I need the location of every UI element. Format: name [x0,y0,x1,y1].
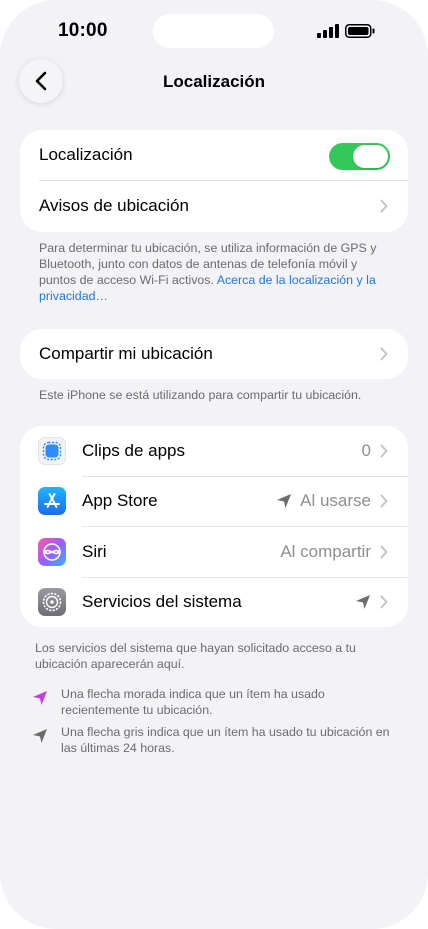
location-info-note: Para determinar tu ubicación, se utiliza… [39,240,391,304]
siri-icon [38,538,66,566]
location-alerts-row[interactable]: Avisos de ubicación [20,181,408,231]
app-name: Siri [82,542,107,561]
chevron-right-icon [380,595,388,609]
purple-arrow-icon [33,691,47,705]
app-row-siri[interactable]: Siri Al compartir [20,527,408,577]
location-toggle-label: Localización [39,145,133,164]
app-row-system-services[interactable]: Servicios del sistema [20,577,408,627]
location-alerts-label: Avisos de ubicación [39,196,189,215]
cellular-signal-icon [317,24,339,38]
settings-gear-icon [38,588,66,616]
phone-screen: 10:00 Localización Localización Avisos d… [0,0,428,929]
share-location-label: Compartir mi ubicación [39,344,213,363]
app-row-clips[interactable]: Clips de apps 0 [20,426,408,476]
app-permission-value: 0 [362,441,371,461]
app-permission-text: 0 [361,441,371,460]
chevron-right-icon [380,347,388,361]
app-permission-text: Al usarse [300,491,371,510]
legend-gray-text: Una flecha gris indica que un ítem ha us… [61,725,390,755]
chevron-right-icon [380,545,388,559]
location-settings-card: Localización Avisos de ubicación [20,130,408,232]
app-permission-value: Al compartir [280,542,371,562]
app-permission-text: Al compartir [280,542,371,561]
chevron-right-icon [380,494,388,508]
app-permission-value: Al usarse [276,491,371,511]
app-name: Clips de apps [82,441,186,460]
share-location-row[interactable]: Compartir mi ubicación [20,329,408,379]
system-services-note: Los servicios del sistema que hayan soli… [35,641,356,671]
toggle-knob [353,145,388,168]
status-time: 10:00 [58,20,108,41]
location-toggle-row: Localización [20,130,408,180]
chevron-right-icon [380,199,388,213]
app-store-icon [38,487,66,515]
share-location-card: Compartir mi ubicación [20,329,408,379]
share-note: Este iPhone se está utilizando para comp… [39,388,362,402]
apps-card: Clips de apps 0 App Store Al usarse Siri… [20,426,408,627]
gray-arrow-icon [33,729,47,743]
location-arrow-icon [277,494,292,508]
chevron-right-icon [380,444,388,458]
page-title: Localización [162,72,266,91]
location-arrow-icon [356,595,370,609]
dynamic-island [153,14,274,48]
app-name: App Store [82,491,158,510]
app-row-app-store[interactable]: App Store Al usarse [20,476,408,526]
app-permission-value [355,594,371,610]
battery-icon [345,24,375,38]
app-name: Servicios del sistema [82,592,242,611]
legend-purple-text: Una flecha morada indica que un ítem ha … [61,687,325,717]
app-clips-icon [38,437,66,465]
location-toggle[interactable] [329,143,390,170]
